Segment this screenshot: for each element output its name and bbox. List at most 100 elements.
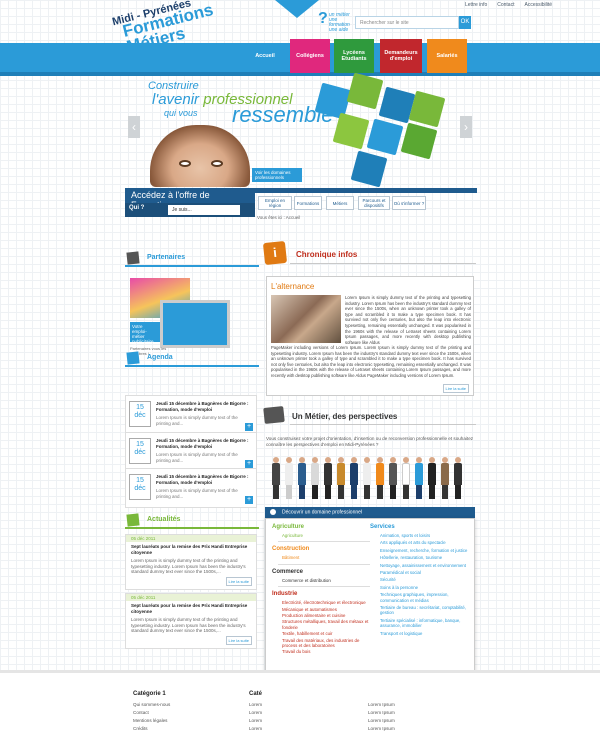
footer-link[interactable]: Lorem Ipsum <box>368 717 395 725</box>
voir-domaines-button[interactable]: Voir les domaines professionnels <box>252 168 302 182</box>
category-industrie[interactable]: Industrie <box>272 591 370 597</box>
agenda-more-button[interactable]: + <box>245 496 253 504</box>
footer-link[interactable]: Lorem <box>249 717 262 725</box>
subcategory-commerce[interactable]: Commerce et distribution <box>282 578 370 583</box>
top-link-newsletter[interactable]: Lettre info <box>465 2 487 8</box>
subcategory-industrie-4[interactable]: Structures métalliques, travail des méta… <box>282 619 370 630</box>
news-more-link[interactable]: Lire la suite <box>225 636 252 645</box>
hero-next-arrow[interactable]: › <box>460 116 472 138</box>
partenaires-header: Partenaires <box>125 251 259 267</box>
tab-formations[interactable]: Formations <box>294 196 322 210</box>
footer-link[interactable]: Lorem Ipsum <box>368 701 395 709</box>
footer-link[interactable]: Lorem <box>249 709 262 717</box>
footer-link[interactable]: Lorem Ipsum <box>368 725 395 733</box>
news-item[interactable]: 05 déc 2011 Sept lauréats pour la remise… <box>125 534 257 590</box>
hero-prev-arrow[interactable]: ‹ <box>128 116 140 138</box>
top-link-contact[interactable]: Contact <box>497 2 514 8</box>
footer-link[interactable]: Qui sommes-nous <box>133 701 170 709</box>
professions-people-image[interactable] <box>272 455 472 499</box>
tab-parcours[interactable]: Parcours et dispositifs <box>358 196 390 210</box>
news-more-link[interactable]: Lire la suite <box>225 577 252 586</box>
metier-title: Un Métier, des perspectives <box>292 412 398 421</box>
service-item[interactable]: Tertiaire spécialisé : informatique, ban… <box>380 618 468 629</box>
category-construction[interactable]: Construction <box>272 546 370 552</box>
article-more-link[interactable]: Lire la suite <box>442 384 469 393</box>
profile-select[interactable]: Je suis... <box>168 205 240 215</box>
service-item[interactable]: Transport et logistique <box>380 631 468 636</box>
nav-lyceens[interactable]: Lycéens Etudiants <box>334 39 374 73</box>
category-services[interactable]: Services <box>370 524 468 530</box>
hero-eyes <box>179 160 223 170</box>
agenda-more-button[interactable]: + <box>245 460 253 468</box>
service-item[interactable]: Paramédical et social <box>380 570 468 575</box>
tab-metiers[interactable]: Métiers <box>326 196 354 210</box>
agenda-header: Agenda <box>125 351 259 367</box>
nav-collegiens[interactable]: Collégiens <box>290 39 330 73</box>
actualites-header: Actualités <box>125 513 259 529</box>
category-commerce[interactable]: Commerce <box>272 569 370 575</box>
nav-demandeurs[interactable]: Demandeurs d'emploi <box>380 39 422 73</box>
qui-label: Qui ? <box>129 205 145 211</box>
service-item[interactable]: Tertiaire de bureau : secrétariat, compt… <box>380 605 468 616</box>
footer-link[interactable]: Contact <box>133 709 170 717</box>
service-item[interactable]: Nettoyage, assainissement et environneme… <box>380 563 468 568</box>
top-notch <box>275 0 319 18</box>
domains-left-column: Agriculture Agriculture Construction Bât… <box>272 520 370 656</box>
news-date: 05 déc 2011 <box>126 535 256 542</box>
subcategory-industrie-3[interactable]: Production alimentaire et cuisine <box>282 613 370 618</box>
footer-link[interactable]: Mentions légales <box>133 717 170 725</box>
agenda-date: 15 déc <box>129 401 151 427</box>
service-item[interactable]: Sécurité <box>380 577 468 582</box>
search-ok-button[interactable]: OK <box>459 16 471 29</box>
tab-ou-s-informer[interactable]: Où s'informer ? <box>392 196 426 210</box>
tab-emploi-region[interactable]: Emploi en région <box>258 196 292 210</box>
footer-link[interactable]: Lorem Ipsum <box>368 709 395 717</box>
service-item[interactable]: Hôtellerie, restauration, tourisme <box>380 555 468 560</box>
news-title: Sept lauréats pour la remise des Prix Ha… <box>131 544 248 555</box>
agenda-item[interactable]: 15 déc Jeudi 15 décembre à Bagnères de Bi… <box>125 395 257 435</box>
subcategory-industrie-2[interactable]: Mécanique et automatismes <box>282 607 370 612</box>
subcategory-industrie-6[interactable]: Travail des matériaux, des industries de… <box>282 638 370 649</box>
subcategory-agriculture[interactable]: Agriculture <box>282 533 370 538</box>
service-item[interactable]: Arts appliqués et arts du spectacle <box>380 540 468 545</box>
nav-accueil[interactable]: Accueil <box>248 39 282 73</box>
article-photo <box>271 295 341 343</box>
service-item[interactable]: Soins à la personne <box>380 585 468 590</box>
footer-link[interactable]: Lorem <box>249 701 262 709</box>
service-item[interactable]: Animation, sports et loisirs <box>380 533 468 538</box>
footer-col-1: Catégorie 1 Qui sommes-nous Contact Ment… <box>133 690 170 733</box>
agenda-title: Agenda <box>147 354 173 361</box>
subcategory-batiment[interactable]: Bâtiment <box>282 555 370 560</box>
partner-icon <box>126 251 140 265</box>
footer-col-1-title: Catégorie 1 <box>133 691 166 697</box>
nav-salaries[interactable]: Salariés <box>427 39 467 73</box>
search-input[interactable]: Rechercher sur le site <box>355 16 459 29</box>
top-link-accessibility[interactable]: Accessibilité <box>524 2 552 8</box>
service-item[interactable]: Enseignement, recherche, formation et ju… <box>380 548 468 553</box>
agenda-item[interactable]: 15 déc Jeudi 15 décembre à Bagnères de Bi… <box>125 468 257 508</box>
footer <box>0 670 600 741</box>
news-text: Lorem Ipsum is simply dummy text of the … <box>131 558 246 574</box>
news-item[interactable]: 05 déc 2011 Sept lauréats pour la remise… <box>125 593 257 649</box>
partner-screen-image <box>160 300 230 348</box>
subcategory-industrie-1[interactable]: Electricité, électrotechnique et électro… <box>282 600 370 605</box>
decouvrir-header[interactable]: Découvrir un domaine professionnel <box>265 507 475 518</box>
article-title: L'alternance <box>271 282 315 291</box>
news-title: Sept lauréats pour la remise des Prix Ha… <box>131 603 248 614</box>
footer-link[interactable]: Crédits <box>133 725 170 733</box>
agenda-item-text: Lorem Ipsum is simply dummy text of the … <box>156 452 238 463</box>
agenda-more-button[interactable]: + <box>245 423 253 431</box>
article-text-1: Lorem Ipsum is simply dummy text of the … <box>345 295 471 345</box>
hero-line-3: qui vous <box>164 108 198 118</box>
footer-col-2: Caté Lorem Lorem Lorem Lorem <box>249 690 262 733</box>
agenda-item[interactable]: 15 déc Jeudi 15 décembre à Bagnères de Bi… <box>125 432 257 472</box>
subcategory-industrie-7[interactable]: Travail du bois <box>282 649 370 654</box>
question-icon: ? <box>318 10 328 27</box>
calendar-icon <box>126 351 140 365</box>
chronique-article: L'alternance Lorem Ipsum is simply dummy… <box>266 276 474 396</box>
service-item[interactable]: Techniques graphiques, impression, commu… <box>380 592 468 603</box>
subcategory-industrie-5[interactable]: Textile, habillement et cuir <box>282 631 370 636</box>
news-icon <box>126 513 140 527</box>
category-agriculture[interactable]: Agriculture <box>272 524 370 530</box>
footer-link[interactable]: Lorem <box>249 725 262 733</box>
